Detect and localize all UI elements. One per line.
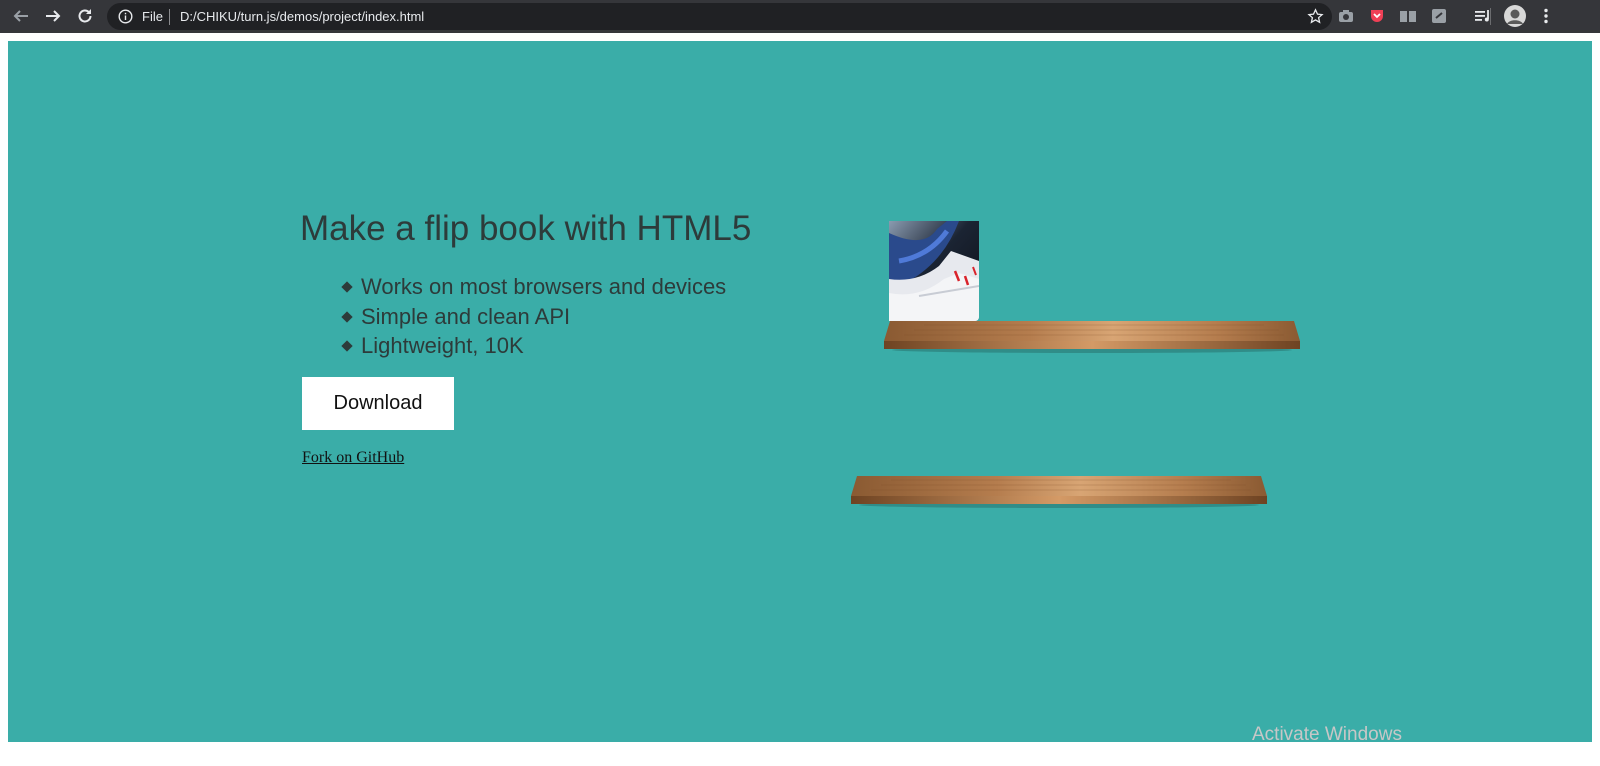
info-icon[interactable] bbox=[118, 9, 133, 24]
reader-icon[interactable] bbox=[1399, 7, 1417, 25]
page-title: Make a flip book with HTML5 bbox=[300, 209, 752, 248]
feature-text: Lightweight, 10K bbox=[361, 333, 524, 358]
more-menu-icon[interactable] bbox=[1537, 7, 1555, 25]
camera-icon[interactable] bbox=[1337, 7, 1355, 25]
forward-arrow-icon[interactable] bbox=[41, 4, 65, 28]
fork-on-github-link[interactable]: Fork on GitHub bbox=[302, 449, 404, 467]
address-bar[interactable]: File D:/CHIKU/turn.js/demos/project/inde… bbox=[107, 3, 1332, 30]
star-icon[interactable] bbox=[1307, 8, 1324, 25]
wooden-shelf-top bbox=[884, 321, 1300, 353]
wooden-shelf-bottom bbox=[851, 476, 1267, 508]
site-info-label[interactable]: File bbox=[142, 9, 163, 24]
activate-windows-watermark: Activate Windows bbox=[1252, 724, 1402, 745]
url-text[interactable]: D:/CHIKU/turn.js/demos/project/index.htm… bbox=[180, 9, 424, 24]
diamond-bullet-icon bbox=[341, 340, 353, 352]
media-queue-icon[interactable] bbox=[1474, 7, 1492, 25]
feature-item: Works on most browsers and devices bbox=[341, 272, 727, 302]
pocket-icon[interactable] bbox=[1368, 7, 1386, 25]
feature-text: Simple and clean API bbox=[361, 303, 571, 329]
feature-text: Works on most browsers and devices bbox=[361, 274, 727, 299]
shield-extension-icon[interactable] bbox=[1430, 7, 1448, 25]
browser-toolbar: File D:/CHIKU/turn.js/demos/project/inde… bbox=[0, 0, 1600, 33]
omnibox-divider bbox=[169, 9, 170, 25]
diamond-bullet-icon bbox=[341, 281, 353, 293]
diamond-bullet-icon bbox=[341, 310, 353, 323]
book-thumbnail[interactable] bbox=[889, 221, 979, 321]
back-arrow-icon[interactable] bbox=[9, 4, 33, 28]
profile-avatar-icon[interactable] bbox=[1504, 5, 1526, 27]
page-top-margin bbox=[0, 33, 1600, 41]
download-button[interactable]: Download bbox=[302, 377, 454, 430]
reload-icon[interactable] bbox=[73, 4, 97, 28]
page-content: Make a flip book with HTML5 Works on mos… bbox=[8, 41, 1592, 742]
feature-item: Simple and clean API bbox=[341, 302, 726, 332]
feature-item: Lightweight, 10K bbox=[341, 331, 726, 361]
feature-list: Works on most browsers and devices Simpl… bbox=[341, 272, 727, 361]
